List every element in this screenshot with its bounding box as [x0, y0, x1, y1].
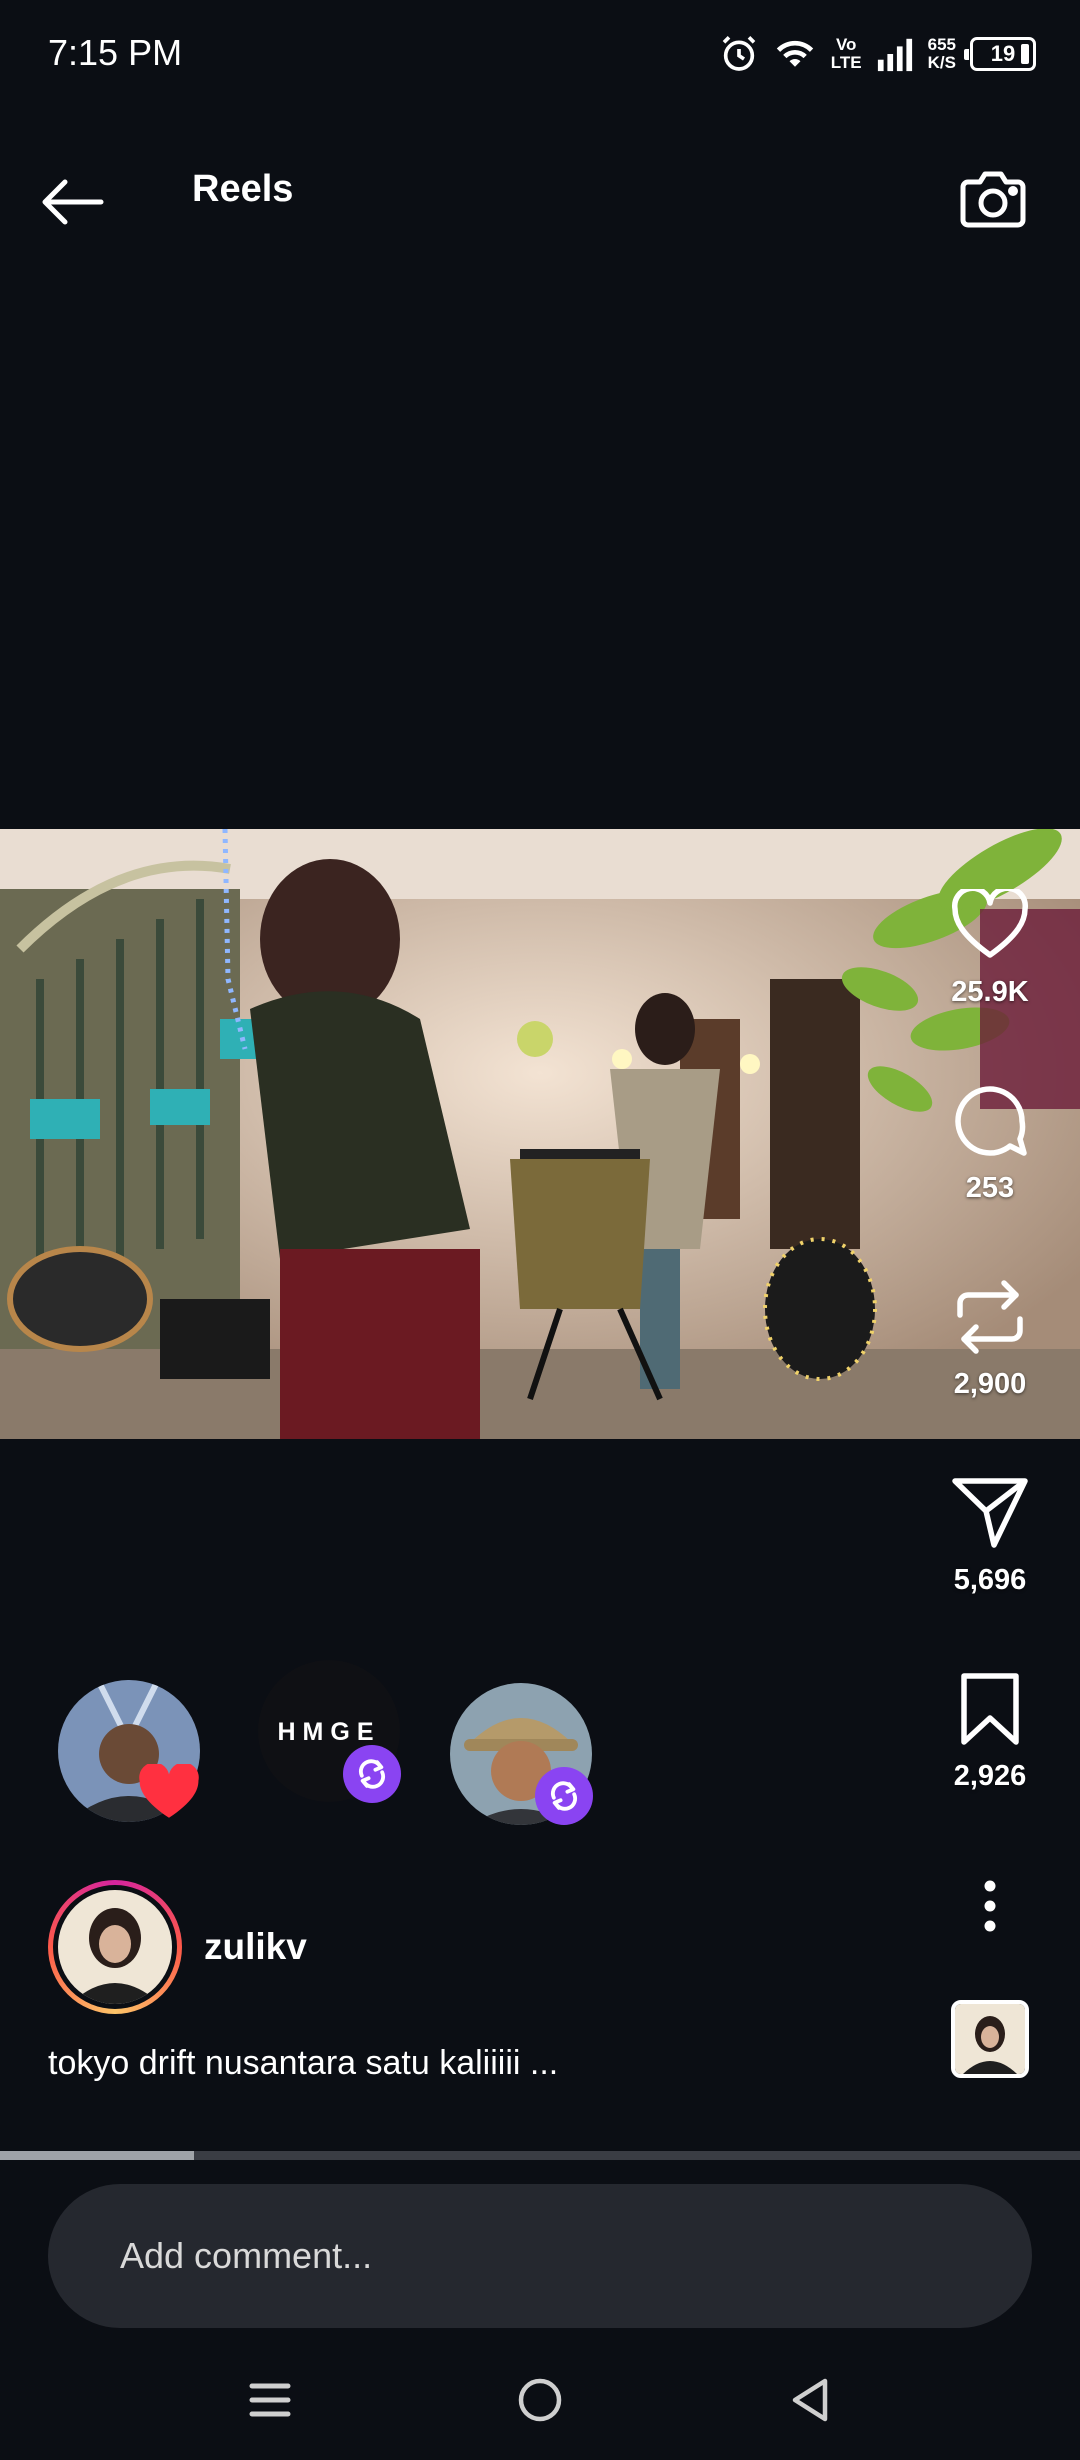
- alarm-icon: [722, 36, 756, 71]
- like-count: 25.9K: [951, 976, 1029, 1008]
- heart-icon: [139, 1764, 199, 1818]
- repost-icon: [358, 1759, 386, 1789]
- header: Reels: [0, 110, 1080, 280]
- like-action[interactable]: 25.9K: [900, 880, 1080, 1009]
- audio-thumbnail[interactable]: [951, 2000, 1029, 2078]
- repost-badge-1: [343, 1745, 401, 1803]
- like-badge: [138, 1762, 200, 1824]
- battery-level: 19: [990, 41, 1016, 66]
- page-title: Reels: [192, 168, 294, 210]
- repost-count: 2,900: [953, 1368, 1027, 1400]
- repost-badge-2: [535, 1767, 593, 1825]
- battery-icon: 19: [964, 37, 1036, 71]
- repost-action[interactable]: 2,900: [900, 1272, 1080, 1401]
- volte-bottom: LTE: [830, 53, 862, 72]
- bookmark-icon: [961, 1673, 1019, 1745]
- back-nav-button[interactable]: [760, 2360, 860, 2440]
- arrow-left-icon: [42, 179, 104, 225]
- net-speed-value: 655: [927, 35, 956, 54]
- comment-button[interactable]: [945, 1076, 1035, 1166]
- comment-action[interactable]: 253: [900, 1076, 1080, 1205]
- send-icon: [952, 1478, 1028, 1548]
- net-speed: 655 K/S: [928, 36, 956, 72]
- repost-icon: [957, 1280, 1023, 1354]
- signal-icon: [877, 38, 912, 72]
- home-button[interactable]: [490, 2360, 590, 2440]
- audio-cover-photo: [955, 2004, 1025, 2074]
- more-options-button[interactable]: [950, 1866, 1030, 1946]
- share-button[interactable]: [945, 1468, 1035, 1558]
- camera-icon: [960, 171, 1026, 228]
- share-count: 5,696: [953, 1564, 1027, 1596]
- more-vertical-icon: [984, 1880, 996, 1932]
- save-button[interactable]: [945, 1664, 1035, 1754]
- status-icons: Vo LTE 655 K/S 19: [719, 28, 1036, 80]
- playback-progress[interactable]: [0, 2151, 1080, 2160]
- repost-icon: [550, 1781, 578, 1811]
- system-nav-bar: [0, 2340, 1080, 2460]
- heart-icon: [952, 889, 1028, 958]
- comment-input[interactable]: [120, 2184, 980, 2328]
- save-action[interactable]: 2,926: [900, 1664, 1080, 1793]
- menu-icon: [249, 2383, 291, 2417]
- circle-home-icon: [518, 2378, 562, 2422]
- author-username[interactable]: zulikv: [204, 1926, 307, 1968]
- camera-button[interactable]: [948, 154, 1038, 244]
- comment-icon: [955, 1086, 1027, 1156]
- save-count: 2,926: [953, 1760, 1027, 1792]
- like-button[interactable]: [945, 880, 1035, 970]
- repost-button[interactable]: [945, 1272, 1035, 1362]
- net-speed-unit: K/S: [927, 53, 956, 72]
- comment-box: [48, 2184, 1032, 2328]
- volte-indicator: Vo LTE: [831, 36, 862, 72]
- comment-count: 253: [965, 1172, 1015, 1204]
- share-action[interactable]: 5,696: [900, 1468, 1080, 1597]
- author-photo: [58, 1890, 172, 2004]
- volte-top: Vo: [835, 35, 857, 54]
- playback-progress-fill: [0, 2151, 195, 2160]
- triangle-back-icon: [792, 2378, 828, 2422]
- reel-caption[interactable]: tokyo drift nusantara satu kaliiiii ...: [48, 2044, 558, 2083]
- friend-label-hmge: HMGE: [277, 1718, 381, 1746]
- recents-button[interactable]: [220, 2360, 320, 2440]
- back-button[interactable]: [30, 160, 114, 244]
- status-bar: 7:15 PM Vo LTE 655 K/S 19: [0, 0, 1080, 110]
- author-avatar[interactable]: [48, 1880, 182, 2014]
- wifi-icon: [776, 40, 813, 67]
- status-time: 7:15 PM: [48, 32, 183, 73]
